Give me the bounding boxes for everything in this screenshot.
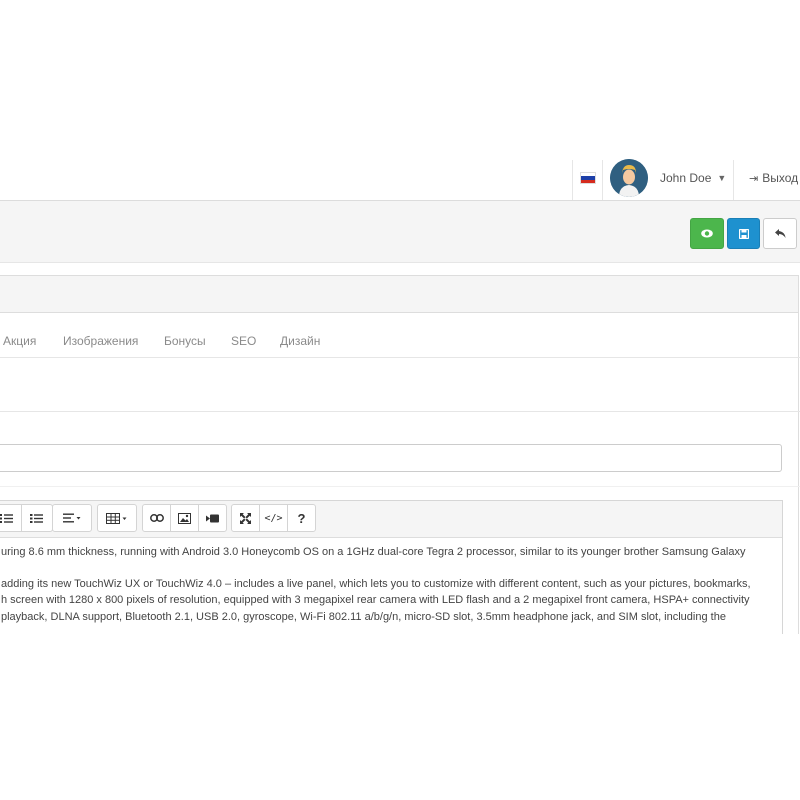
- tab-bonuses[interactable]: Бонусы: [164, 334, 206, 348]
- eye-icon: [701, 229, 713, 238]
- save-button[interactable]: [727, 218, 760, 249]
- editor-content[interactable]: uring 8.6 mm thickness, running with And…: [0, 538, 782, 625]
- view-button-group: </> ?: [231, 504, 316, 532]
- save-icon: [738, 228, 749, 239]
- editor-paragraph: adding its new TouchWiz UX or TouchWiz 4…: [1, 578, 751, 591]
- language-switcher[interactable]: [580, 156, 596, 200]
- align-icon: [63, 513, 81, 523]
- list-button-group: [0, 504, 53, 532]
- panel-heading: [0, 276, 798, 313]
- align-dropdown[interactable]: [53, 505, 91, 531]
- tab-design[interactable]: Дизайн: [280, 334, 320, 348]
- image-button[interactable]: [171, 505, 199, 531]
- fullscreen-button[interactable]: [232, 505, 260, 531]
- ru-flag-icon: [580, 172, 596, 184]
- unordered-list-button[interactable]: [0, 505, 22, 531]
- user-menu[interactable]: John Doe ▼: [610, 156, 726, 200]
- tab-promo[interactable]: Акция: [3, 334, 36, 348]
- avatar: [610, 159, 648, 197]
- table-button-group: [97, 504, 137, 532]
- header-divider: [733, 160, 734, 200]
- page-header: [0, 201, 800, 263]
- table-dropdown[interactable]: [98, 505, 136, 531]
- header-divider: [602, 160, 603, 200]
- back-button[interactable]: [763, 218, 797, 249]
- editor-blank-line: [1, 560, 782, 576]
- logout-label: Выход: [762, 171, 799, 185]
- editor-paragraph: uring 8.6 mm thickness, running with And…: [1, 546, 746, 558]
- tab-images[interactable]: Изображения: [63, 334, 138, 348]
- user-name: John Doe: [660, 171, 712, 185]
- chevron-down-icon: ▼: [717, 173, 727, 183]
- section-divider: [0, 411, 800, 412]
- link-button[interactable]: [143, 505, 171, 531]
- image-icon: [178, 512, 191, 524]
- video-icon: [206, 514, 219, 522]
- paragraph-button-group: [52, 504, 92, 532]
- preview-button[interactable]: [690, 218, 724, 249]
- ordered-list-icon: [30, 513, 43, 523]
- help-button[interactable]: ?: [288, 505, 315, 531]
- logout-link[interactable]: ⇥ Выход: [749, 156, 798, 200]
- video-button[interactable]: [199, 505, 226, 531]
- top-header: John Doe ▼ ⇥ Выход: [0, 156, 800, 201]
- app-viewport: John Doe ▼ ⇥ Выход Акция Изображения Бон…: [0, 156, 800, 634]
- tab-bar: Акция Изображения Бонусы SEO Дизайн: [0, 312, 800, 358]
- editor-toolbar: </> ?: [0, 501, 782, 538]
- insert-button-group: [142, 504, 227, 532]
- fullscreen-icon: [240, 512, 251, 524]
- link-icon: [149, 514, 164, 522]
- unordered-list-icon: [0, 513, 13, 523]
- tab-seo[interactable]: SEO: [231, 334, 256, 348]
- sign-out-icon: ⇥: [749, 173, 759, 185]
- editor-paragraph: h screen with 1280 x 800 pixels of resol…: [1, 594, 750, 607]
- section-divider: [0, 486, 800, 487]
- rich-text-editor: </> ? uring 8.6 mm thickness, running wi…: [0, 500, 783, 634]
- ordered-list-button[interactable]: [22, 505, 51, 531]
- table-icon: [106, 512, 127, 524]
- text-field[interactable]: [0, 444, 782, 472]
- editor-paragraph: playback, DLNA support, Bluetooth 2.1, U…: [1, 610, 726, 623]
- reply-icon: [774, 229, 785, 238]
- header-divider: [572, 160, 573, 200]
- code-view-button[interactable]: </>: [260, 505, 288, 531]
